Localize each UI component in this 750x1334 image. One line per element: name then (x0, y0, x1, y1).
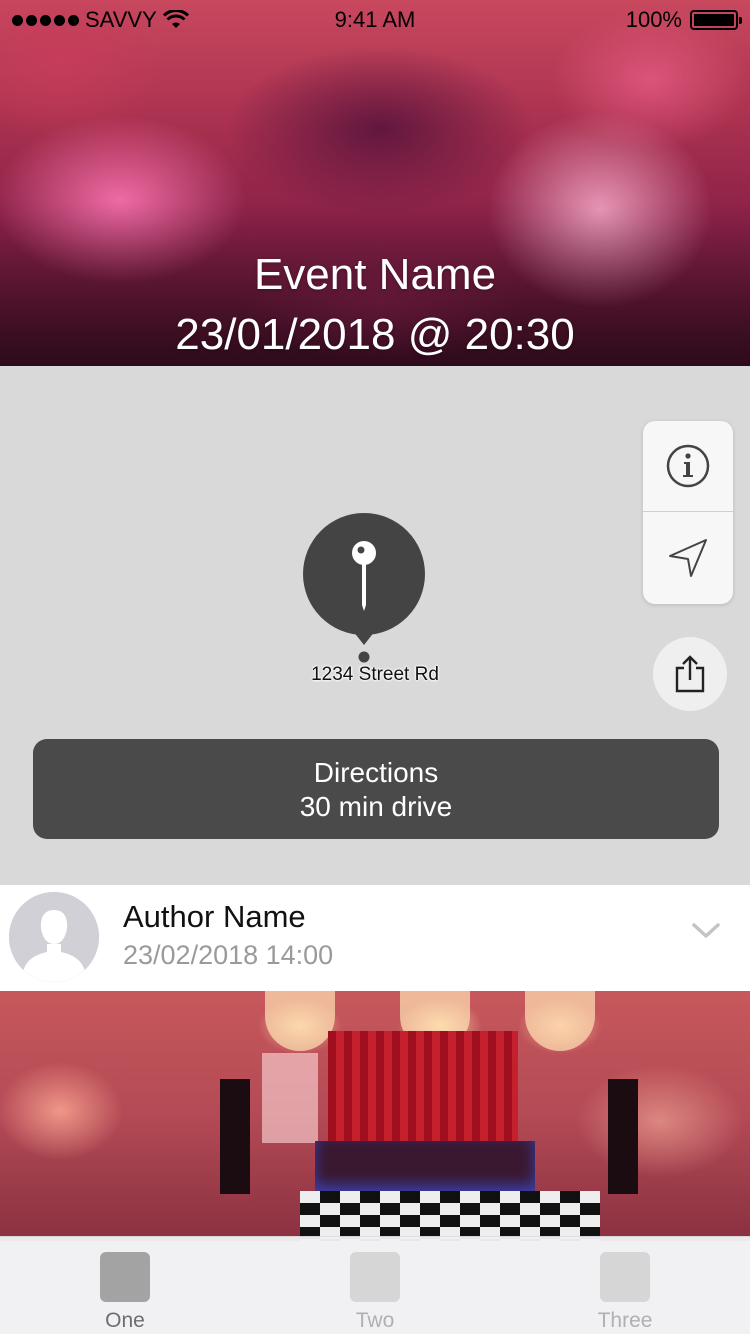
avatar[interactable] (9, 892, 99, 982)
post-image[interactable] (0, 991, 750, 1241)
tab-three-label: Three (597, 1309, 653, 1332)
speaker-decor (220, 1079, 250, 1194)
chandelier-decor (265, 991, 335, 1051)
stage-decor (315, 1141, 535, 1191)
info-button[interactable] (643, 421, 733, 512)
battery-icon (690, 10, 742, 30)
stage-curtain-decor (328, 1031, 518, 1141)
dance-floor-decor (300, 1191, 600, 1241)
tab-one-label: One (105, 1309, 145, 1332)
map-pin-icon[interactable] (303, 513, 425, 663)
chevron-down-icon[interactable] (690, 920, 722, 942)
tab-two[interactable]: Two (250, 1237, 500, 1334)
post-timestamp: 23/02/2018 14:00 (123, 940, 334, 970)
battery-level (694, 14, 734, 26)
speaker-decor (608, 1079, 638, 1194)
location-arrow-icon (669, 538, 707, 577)
carrier-label: SAVVY (85, 7, 157, 32)
wifi-icon (162, 10, 189, 28)
event-name: Event Name (253, 250, 497, 299)
locate-me-button[interactable] (643, 512, 733, 603)
tab-bar: One Two Three (0, 1236, 750, 1334)
tab-one[interactable]: One (0, 1237, 250, 1334)
author-name[interactable]: Author Name (123, 899, 306, 935)
directions-button[interactable]: Directions 30 min drive (33, 739, 719, 839)
window-decor (262, 1053, 318, 1143)
share-icon (675, 655, 705, 693)
battery-percent: 100% (625, 7, 682, 32)
directions-title: Directions (313, 757, 439, 788)
avatar-placeholder-icon (9, 892, 99, 982)
tab-one-icon (100, 1252, 150, 1302)
address-label: 1234 Street Rd (311, 664, 439, 685)
event-datetime: 23/01/2018 @ 20:30 (175, 310, 575, 359)
signal-strength-icon (12, 14, 79, 26)
status-bar: SAVVY 9:41 AM 100% (0, 0, 750, 40)
tab-two-icon (350, 1252, 400, 1302)
map-controls (643, 421, 733, 604)
tab-two-label: Two (355, 1309, 395, 1332)
event-header-image: SAVVY 9:41 AM 100% Event Name 23/01/2018… (0, 0, 750, 366)
status-right: 100% (625, 7, 742, 33)
info-circle-icon (666, 444, 710, 488)
directions-duration: 30 min drive (299, 791, 453, 822)
share-button[interactable] (653, 637, 727, 711)
status-left: SAVVY (12, 7, 189, 33)
tab-three[interactable]: Three (500, 1237, 750, 1334)
tab-three-icon (600, 1252, 650, 1302)
chandelier-decor (525, 991, 595, 1051)
